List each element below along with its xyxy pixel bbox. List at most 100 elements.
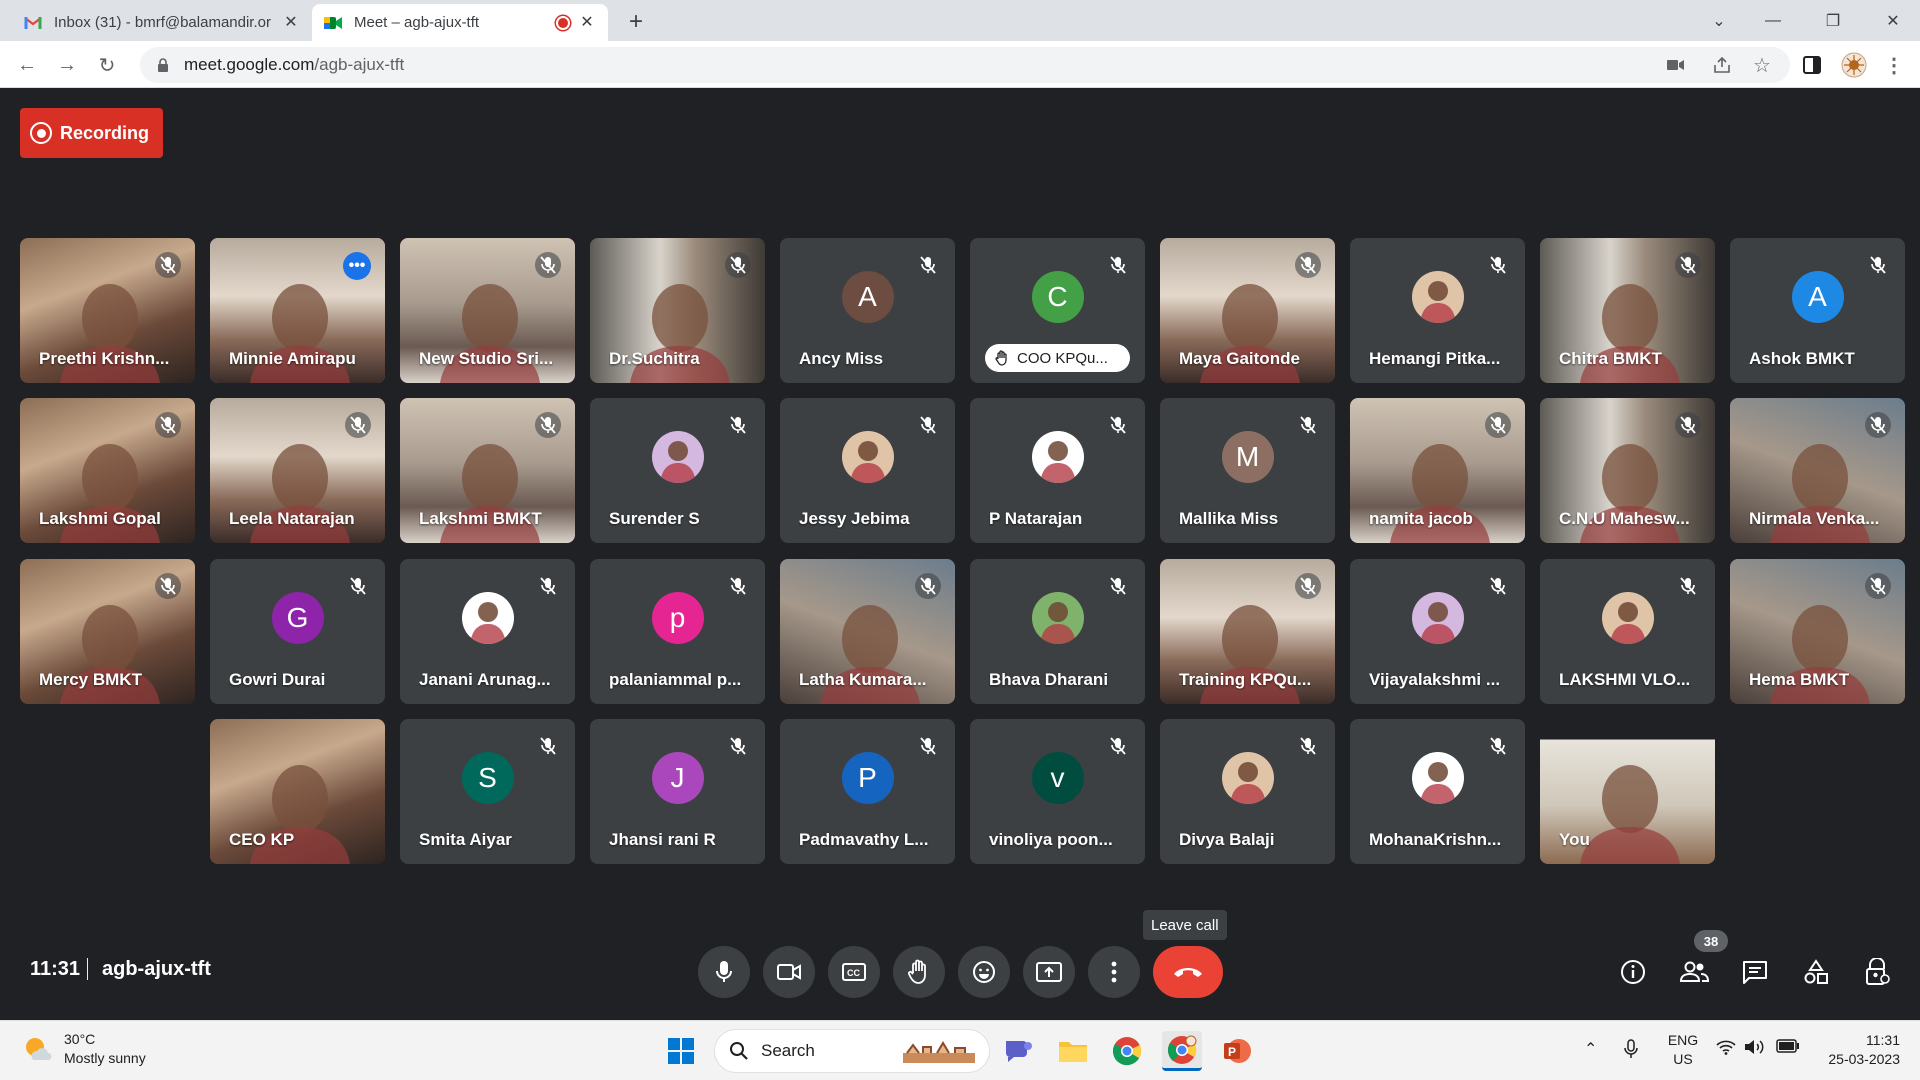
- participant-tile[interactable]: Dr.Suchitra: [590, 238, 765, 383]
- captions-button[interactable]: CC: [828, 946, 880, 998]
- camera-in-use-icon[interactable]: [1666, 55, 1686, 75]
- participant-name: Mallika Miss: [1179, 509, 1279, 528]
- participant-tile[interactable]: Preethi Krishn...: [20, 238, 195, 383]
- file-explorer-icon[interactable]: [1053, 1031, 1093, 1071]
- participant-name: Latha Kumara...: [799, 670, 927, 689]
- participant-name: New Studio Sri...: [419, 349, 554, 368]
- close-tab-icon[interactable]: ✕: [578, 14, 596, 32]
- participant-tile[interactable]: p palaniammal p...: [590, 559, 765, 704]
- participant-tile[interactable]: LAKSHMI VLO...: [1540, 559, 1715, 704]
- participant-tile[interactable]: Hema BMKT: [1730, 559, 1905, 704]
- self-participant-tile[interactable]: You: [1540, 719, 1715, 864]
- participant-tile[interactable]: v vinoliya poon...: [970, 719, 1145, 864]
- mic-off-icon: [1295, 252, 1321, 278]
- restore-button[interactable]: ❐: [1810, 0, 1856, 41]
- meeting-details-button[interactable]: [1611, 950, 1655, 994]
- tab-gmail[interactable]: Inbox (31) - bmrf@balamandir.or ✕: [12, 4, 312, 41]
- bookmark-star-icon[interactable]: ☆: [1752, 55, 1772, 77]
- participant-tile[interactable]: namita jacob: [1350, 398, 1525, 543]
- menu-kebab-icon[interactable]: ⋮: [1878, 49, 1910, 81]
- participant-tile[interactable]: Chitra BMKT: [1540, 238, 1715, 383]
- reload-icon[interactable]: ↻: [91, 49, 123, 81]
- participant-tile[interactable]: Maya Gaitonde: [1160, 238, 1335, 383]
- weather-temperature: 30°C: [64, 1031, 96, 1047]
- more-options-button[interactable]: [1088, 946, 1140, 998]
- chrome-icon[interactable]: [1107, 1031, 1147, 1071]
- leave-call-button[interactable]: [1153, 946, 1223, 998]
- participant-tile[interactable]: P Natarajan: [970, 398, 1145, 543]
- raise-hand-button[interactable]: [893, 946, 945, 998]
- volume-icon[interactable]: [1744, 1039, 1766, 1058]
- present-screen-button[interactable]: [1023, 946, 1075, 998]
- participant-tile[interactable]: P Padmavathy L...: [780, 719, 955, 864]
- participant-initial-avatar: J: [651, 751, 704, 804]
- powerpoint-icon[interactable]: P: [1217, 1031, 1257, 1071]
- hand-icon: [908, 959, 926, 984]
- tab-search-icon[interactable]: ⌄: [1696, 0, 1742, 41]
- side-panel-icon[interactable]: [1796, 49, 1828, 81]
- camera-button[interactable]: [763, 946, 815, 998]
- close-tab-icon[interactable]: ✕: [282, 14, 300, 32]
- activities-button[interactable]: [1794, 950, 1838, 994]
- participant-tile[interactable]: MohanaKrishn...: [1350, 719, 1525, 864]
- weather-widget[interactable]: 30°C Mostly sunny: [22, 1030, 146, 1068]
- chat-button[interactable]: [1733, 950, 1777, 994]
- participant-tile[interactable]: Lakshmi Gopal: [20, 398, 195, 543]
- new-tab-button[interactable]: +: [622, 8, 650, 36]
- back-icon[interactable]: ←: [11, 49, 43, 81]
- participant-name: Hemangi Pitka...: [1369, 349, 1501, 368]
- participant-tile[interactable]: Divya Balaji: [1160, 719, 1335, 864]
- participant-tile[interactable]: M Mallika Miss: [1160, 398, 1335, 543]
- mic-off-icon: [345, 412, 371, 438]
- participant-tile[interactable]: Hemangi Pitka...: [1350, 238, 1525, 383]
- participant-tile[interactable]: Janani Arunag...: [400, 559, 575, 704]
- taskbar-search[interactable]: Search: [714, 1029, 990, 1073]
- share-icon[interactable]: [1712, 55, 1732, 75]
- people-icon: [1679, 961, 1709, 982]
- participant-tile[interactable]: G Gowri Durai: [210, 559, 385, 704]
- participant-tile[interactable]: S Smita Aiyar: [400, 719, 575, 864]
- participant-tile[interactable]: J Jhansi rani R: [590, 719, 765, 864]
- microphone-button[interactable]: [698, 946, 750, 998]
- system-clock[interactable]: 11:31 25-03-2023: [1810, 1031, 1900, 1069]
- participant-tile[interactable]: C COO KPQu...: [970, 238, 1145, 383]
- microphone-tray-icon[interactable]: [1624, 1039, 1638, 1062]
- participant-tile[interactable]: A Ashok BMKT: [1730, 238, 1905, 383]
- meet-icon: [324, 14, 342, 32]
- minimize-button[interactable]: —: [1750, 0, 1796, 41]
- reactions-button[interactable]: [958, 946, 1010, 998]
- address-bar[interactable]: meet.google.com/agb-ajux-tft: [140, 47, 1790, 83]
- profile-avatar[interactable]: [1838, 49, 1870, 81]
- participant-tile[interactable]: Latha Kumara...: [780, 559, 955, 704]
- participant-tile[interactable]: Surender S: [590, 398, 765, 543]
- host-controls-button[interactable]: [1855, 950, 1899, 994]
- participant-tile[interactable]: Lakshmi BMKT: [400, 398, 575, 543]
- participant-tile[interactable]: Training KPQu...: [1160, 559, 1335, 704]
- language-indicator[interactable]: ENG US: [1666, 1031, 1700, 1069]
- participant-tile[interactable]: A Ancy Miss: [780, 238, 955, 383]
- battery-icon[interactable]: [1776, 1039, 1800, 1056]
- participant-tile[interactable]: Vijayalakshmi ...: [1350, 559, 1525, 704]
- participant-tile[interactable]: Leela Natarajan: [210, 398, 385, 543]
- participant-tile[interactable]: ••• Minnie Amirapu: [210, 238, 385, 383]
- participant-tile[interactable]: C.N.U Mahesw...: [1540, 398, 1715, 543]
- show-hidden-icons-chevron-icon[interactable]: ⌃: [1584, 1039, 1597, 1059]
- recording-badge[interactable]: Recording: [20, 108, 164, 158]
- close-window-button[interactable]: ✕: [1870, 0, 1916, 41]
- chrome-profile-icon[interactable]: [1162, 1031, 1202, 1071]
- participant-tile[interactable]: Jessy Jebima: [780, 398, 955, 543]
- participant-tile[interactable]: Nirmala Venka...: [1730, 398, 1905, 543]
- participant-name: C.N.U Mahesw...: [1559, 509, 1690, 528]
- wifi-icon[interactable]: [1716, 1039, 1736, 1058]
- tile-more-options-icon[interactable]: •••: [343, 252, 371, 280]
- participant-tile[interactable]: Mercy BMKT: [20, 559, 195, 704]
- teams-chat-icon[interactable]: [998, 1031, 1038, 1071]
- participant-tile[interactable]: CEO KP: [210, 719, 385, 864]
- start-button[interactable]: [661, 1031, 701, 1071]
- people-button[interactable]: [1672, 950, 1716, 994]
- participant-tile[interactable]: Bhava Dharani: [970, 559, 1145, 704]
- forward-icon[interactable]: →: [51, 49, 83, 81]
- mic-off-icon: [1675, 573, 1701, 599]
- participant-tile[interactable]: New Studio Sri...: [400, 238, 575, 383]
- tab-meet[interactable]: Meet – agb-ajux-tft ✕: [312, 4, 608, 41]
